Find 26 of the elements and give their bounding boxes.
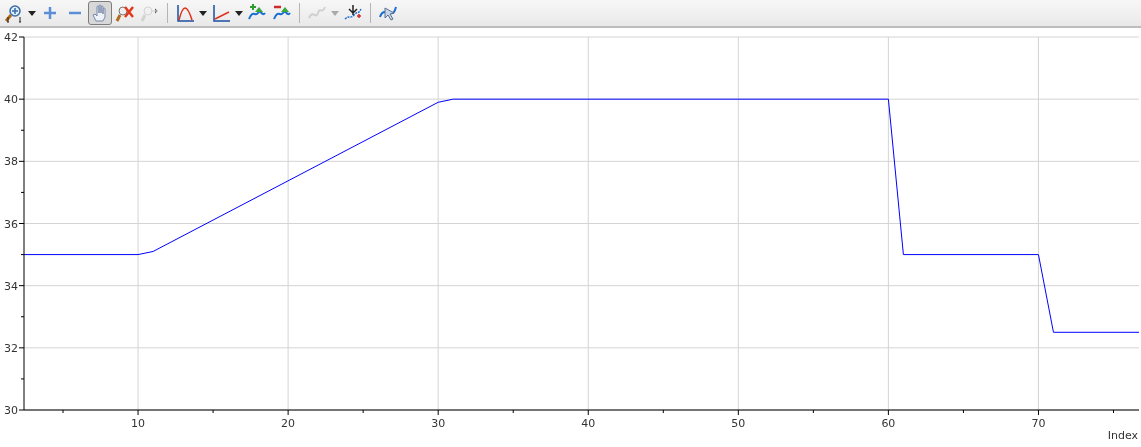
caret-icon [235, 10, 243, 16]
minus-icon [68, 11, 82, 15]
x-tick-label: 20 [281, 417, 296, 430]
y-tick-label: 42 [4, 31, 18, 44]
y-tick-label: 34 [4, 279, 18, 293]
y-tick-label: 38 [4, 155, 18, 169]
magnifier-arrows-icon [140, 3, 160, 23]
x-axis-title: Index [1107, 429, 1138, 442]
line-chart-icon [211, 3, 231, 23]
x-tick-label: 30 [431, 417, 446, 430]
magnifier-cross-icon [115, 3, 135, 23]
x-tick-label: 40 [581, 417, 596, 430]
caret-icon [199, 10, 207, 16]
y-tick-label: 32 [4, 341, 18, 355]
caret-icon [28, 10, 36, 16]
caret-icon [331, 10, 339, 16]
x-tick-label: 50 [731, 417, 746, 430]
x-tick-label: 60 [881, 417, 896, 430]
tool-button[interactable] [88, 1, 112, 25]
curve-chart-icon [175, 3, 195, 23]
y-tick-label: 36 [4, 217, 18, 231]
y-tick-label: 30 [4, 404, 18, 417]
x-tick-label: 10 [131, 417, 146, 430]
zoom-icon [4, 3, 24, 23]
x-tick-label: 70 [1031, 417, 1046, 430]
y-tick-label: 40 [4, 93, 18, 107]
